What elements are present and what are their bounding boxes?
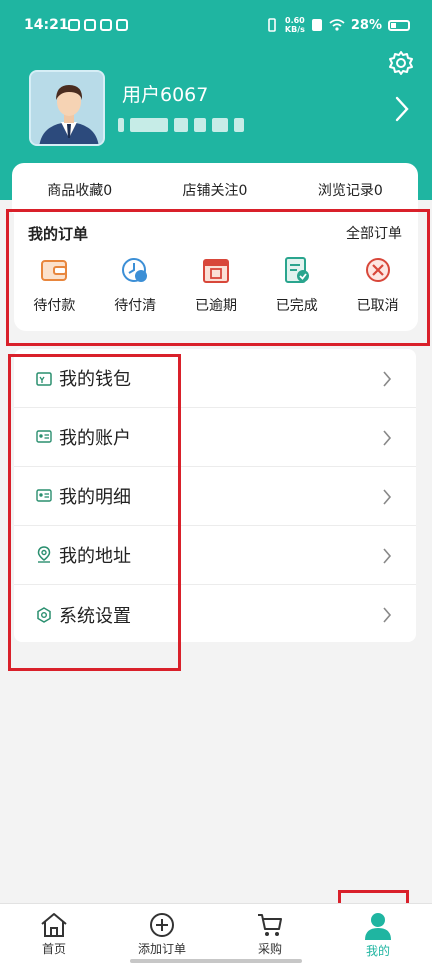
chevron-right-icon: [383, 489, 392, 505]
notification-app-icon: [116, 19, 128, 31]
wifi-icon: [329, 19, 345, 31]
tab-purchase[interactable]: 采购: [216, 904, 324, 964]
notification-app-icon: [100, 19, 112, 31]
username: 用户6067: [122, 84, 209, 106]
clock-payment-icon: [122, 258, 148, 282]
order-item-pending-payment[interactable]: 待付款: [19, 255, 89, 315]
notification-app-icon: [84, 19, 96, 31]
add-circle-icon: [150, 913, 174, 937]
stat-browse-history[interactable]: 浏览记录0: [318, 176, 383, 200]
tab-home[interactable]: 首页: [0, 904, 108, 964]
order-status-row: 待付款 待付清 已逾期 已完成 已取消: [14, 255, 418, 315]
sim-icon: [311, 19, 322, 31]
stat-shop-follow[interactable]: 店铺关注0: [183, 176, 248, 200]
menu-item-label: 系统设置: [59, 605, 131, 627]
tab-profile[interactable]: 我的: [324, 904, 432, 964]
detail-card-icon: [36, 489, 52, 502]
tab-label: 我的: [365, 944, 390, 958]
battery-icon: [388, 19, 410, 31]
hexagon-settings-icon: [37, 607, 51, 623]
tab-label: 采购: [257, 942, 282, 956]
stats-card: 商品收藏0 店铺关注0 浏览记录0: [12, 163, 418, 213]
user-avatar-illustration: [31, 72, 103, 144]
menu-item-address[interactable]: 我的地址: [14, 526, 416, 585]
profile-chevron-right-icon[interactable]: [394, 96, 410, 122]
home-icon: [41, 913, 67, 937]
order-item-label: 已取消: [356, 298, 399, 314]
tab-label: 添加订单: [137, 942, 186, 956]
order-item-cancelled[interactable]: 已取消: [343, 255, 413, 315]
cart-icon: [258, 914, 282, 936]
chevron-right-icon: [383, 430, 392, 446]
location-pin-icon: [37, 546, 51, 563]
menu-item-label: 我的钱包: [59, 369, 131, 390]
account-card-icon: [36, 430, 52, 443]
menu-item-details[interactable]: 我的明细: [14, 467, 416, 526]
stat-product-favorites[interactable]: 商品收藏0: [47, 176, 112, 200]
order-item-label: 待付清: [114, 298, 157, 314]
status-bar: 14:21 0.60 KB/s 28%: [0, 0, 432, 52]
completed-doc-icon: [284, 257, 309, 283]
notification-app-icon: [68, 19, 80, 31]
battery-percent: 28%: [350, 17, 382, 33]
orders-card: 我的订单 全部订单 待付款 待付清 已逾期 已完成 已取消: [14, 213, 418, 331]
wallet-outline-icon: [36, 372, 52, 386]
avatar[interactable]: [29, 70, 105, 146]
order-item-pending-settle[interactable]: 待付清: [100, 255, 170, 315]
status-indicators: 0.60 KB/s 28%: [265, 16, 410, 34]
menu-item-wallet[interactable]: 我的钱包: [14, 349, 416, 408]
order-item-overdue[interactable]: 已逾期: [181, 255, 251, 315]
menu-item-label: 我的地址: [59, 546, 131, 567]
order-item-label: 已完成: [275, 298, 318, 314]
menu-item-system-settings[interactable]: 系统设置: [14, 585, 416, 644]
masked-phone-number: [118, 118, 244, 132]
notification-icons: [68, 19, 128, 31]
chevron-right-icon: [383, 548, 392, 564]
network-speed: 0.60 KB/s: [284, 16, 305, 34]
menu-item-account[interactable]: 我的账户: [14, 408, 416, 467]
chevron-right-icon: [383, 607, 392, 623]
menu-item-label: 我的账户: [59, 428, 131, 449]
order-item-completed[interactable]: 已完成: [262, 255, 332, 315]
vibrate-icon: [268, 18, 276, 32]
menu-item-label: 我的明细: [59, 487, 131, 508]
orders-title: 我的订单: [28, 225, 89, 243]
order-item-label: 待付款: [33, 298, 76, 314]
all-orders-link[interactable]: 全部订单: [346, 223, 402, 243]
tab-add-order[interactable]: 添加订单: [108, 904, 216, 964]
settings-gear-icon[interactable]: [388, 50, 414, 76]
wallet-icon: [41, 260, 68, 281]
overdue-calendar-icon: [202, 259, 229, 283]
tab-label: 首页: [41, 942, 66, 956]
order-item-label: 已逾期: [194, 298, 237, 314]
menu-list: 我的钱包 我的账户 我的明细 我的地址 系统设置: [14, 349, 416, 642]
chevron-right-icon: [383, 371, 392, 387]
cancel-circle-icon: [365, 258, 390, 282]
bottom-tab-bar: 首页 添加订单 采购 我的: [0, 903, 432, 964]
status-time: 14:21: [24, 17, 69, 33]
profile-icon: [365, 913, 391, 940]
home-indicator: [130, 959, 302, 963]
